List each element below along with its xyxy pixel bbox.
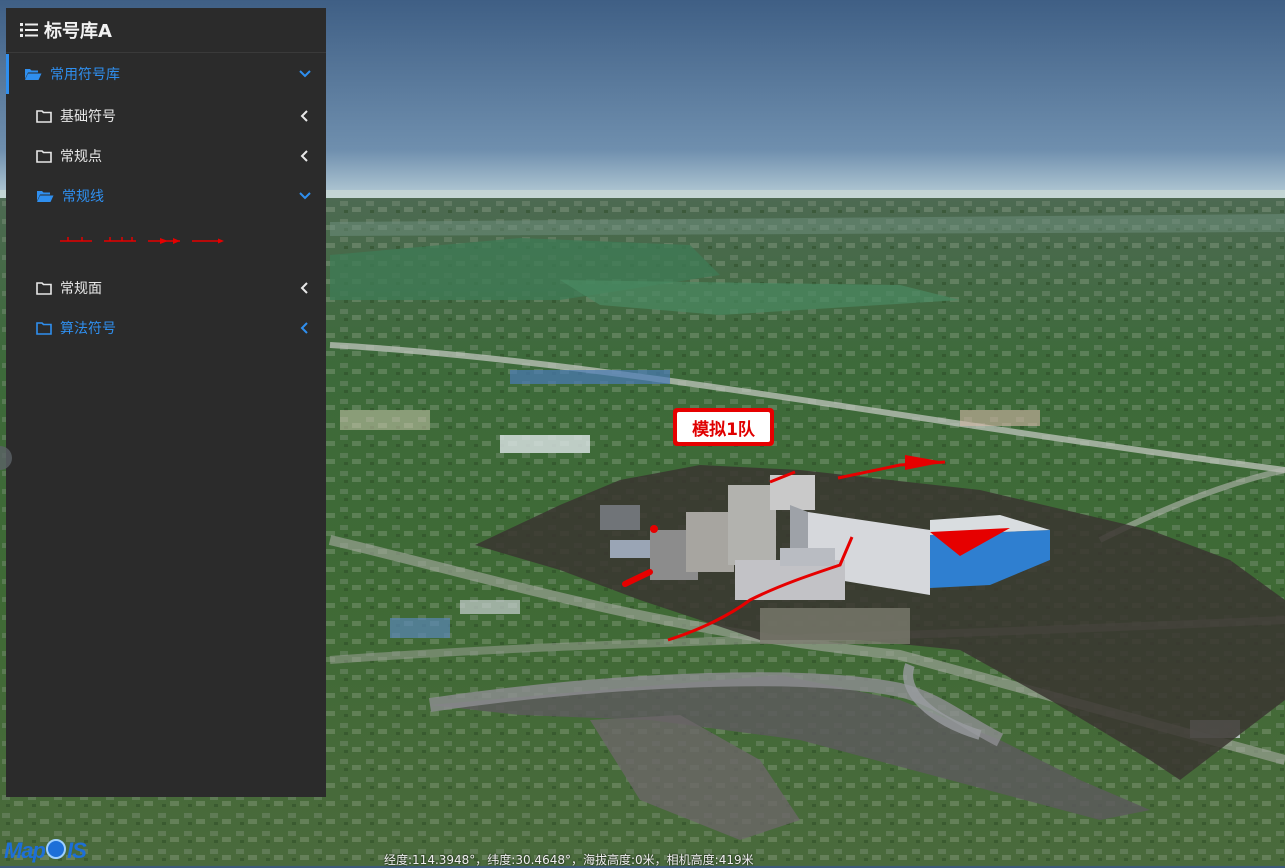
list-icon xyxy=(20,23,38,37)
map-callout-label[interactable]: 模拟1队 xyxy=(673,408,774,446)
tree-item-common-symbol-library[interactable]: 常用符号库 xyxy=(6,54,326,94)
folder-icon xyxy=(36,282,52,295)
globe-icon xyxy=(46,839,66,859)
folder-icon xyxy=(36,322,52,335)
symbol-library-panel: 标号库A 常用符号库 基础符号 常规点 常规线 常规面 算法符号 xyxy=(6,8,326,797)
tree-item-regular-lines[interactable]: 常规线 xyxy=(6,176,326,216)
tree-item-basic-symbols[interactable]: 基础符号 xyxy=(6,96,326,136)
tree-item-label: 常规点 xyxy=(60,149,102,165)
tree-item-label: 常规面 xyxy=(60,281,102,297)
chevron-left-icon[interactable] xyxy=(298,148,312,164)
chevron-left-icon[interactable] xyxy=(298,320,312,336)
tree-item-label: 基础符号 xyxy=(60,109,116,125)
logo-text-right: IS xyxy=(67,838,87,863)
line-symbol-2[interactable] xyxy=(102,232,138,250)
tree-item-label: 算法符号 xyxy=(60,321,116,337)
folder-open-icon xyxy=(25,69,42,80)
panel-header: 标号库A xyxy=(6,8,326,53)
mapgis-logo: Map IS xyxy=(4,838,87,864)
tree-item-label: 常规线 xyxy=(62,189,104,205)
tree-item-regular-points[interactable]: 常规点 xyxy=(6,136,326,176)
panel-title: 标号库A xyxy=(44,21,112,42)
chevron-down-icon[interactable] xyxy=(298,66,312,82)
chevron-left-icon[interactable] xyxy=(298,280,312,296)
folder-icon xyxy=(36,150,52,163)
line-symbol-list xyxy=(58,232,228,250)
line-symbol-1[interactable] xyxy=(58,232,94,250)
folder-open-icon xyxy=(37,191,54,202)
tree-item-label: 常用符号库 xyxy=(50,67,120,83)
callout-text: 模拟1队 xyxy=(677,412,770,442)
chevron-down-icon[interactable] xyxy=(298,188,312,204)
tree-item-algorithm-symbols[interactable]: 算法符号 xyxy=(6,308,326,348)
line-symbol-3[interactable] xyxy=(146,232,182,250)
folder-icon xyxy=(36,110,52,123)
logo-text-left: Map xyxy=(4,838,46,863)
line-symbol-4[interactable] xyxy=(190,232,226,250)
chevron-left-icon[interactable] xyxy=(298,108,312,124)
coordinate-status: 经度:114.3948°，纬度:30.4648°，海拔高度:0米，相机高度:41… xyxy=(384,853,754,867)
tree-item-regular-areas[interactable]: 常规面 xyxy=(6,268,326,308)
